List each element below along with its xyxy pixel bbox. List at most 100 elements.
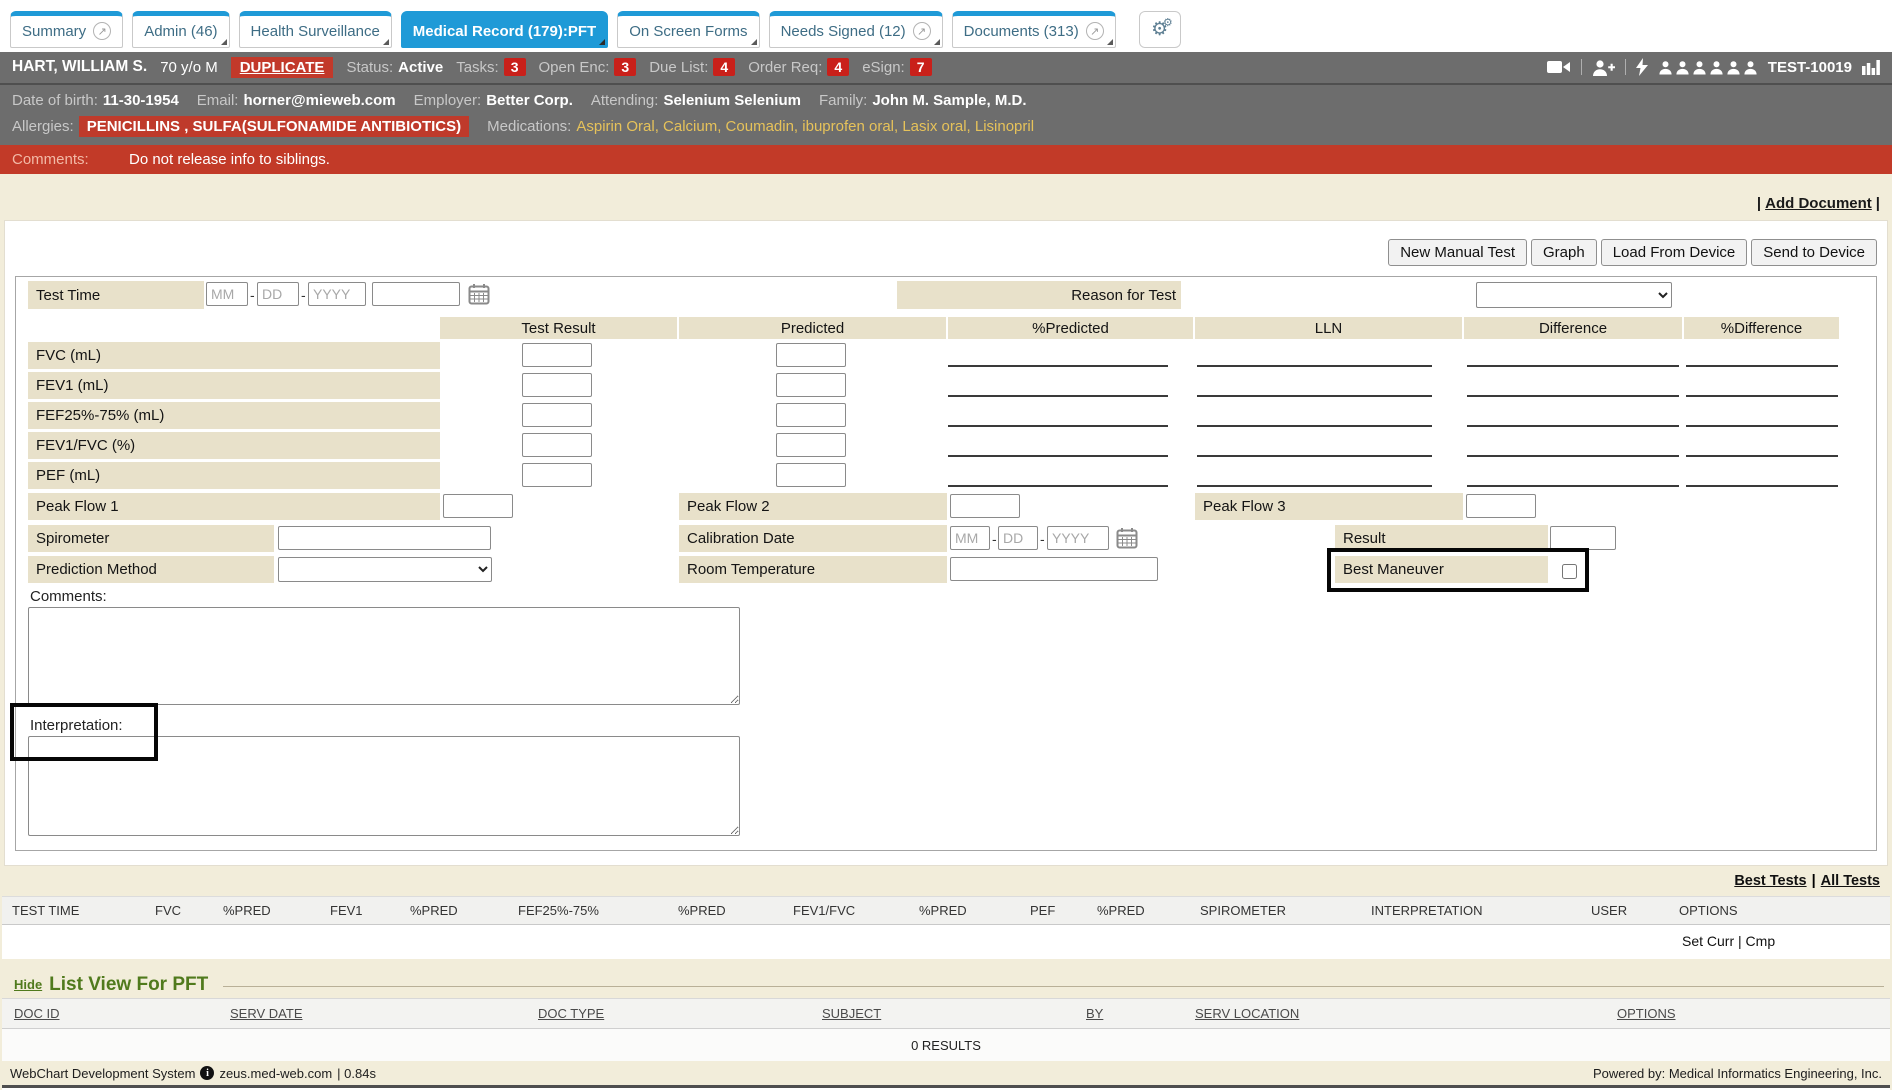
user-plus-icon[interactable] bbox=[1592, 59, 1615, 76]
calibration-yyyy-input[interactable] bbox=[1047, 526, 1109, 550]
hide-link[interactable]: Hide bbox=[14, 977, 42, 992]
pipe: | bbox=[1876, 195, 1880, 212]
new-manual-test-button[interactable]: New Manual Test bbox=[1388, 239, 1527, 266]
allergies-value[interactable]: PENICILLINS , SULFA(SULFONAMIDE ANTIBIOT… bbox=[79, 116, 469, 137]
fev1-test-result-input[interactable] bbox=[522, 373, 592, 397]
tab-needs-signed[interactable]: Needs Signed (12) ↗ bbox=[769, 11, 943, 48]
spirometer-label: Spirometer bbox=[28, 525, 274, 552]
col-pred-2: %PRED bbox=[410, 903, 518, 918]
pft-toolbar: New Manual Test Graph Load From Device S… bbox=[13, 239, 1877, 266]
room-temperature-input[interactable] bbox=[950, 557, 1158, 581]
tasks-count-badge[interactable]: 3 bbox=[504, 58, 526, 76]
fef-lln-line bbox=[1197, 405, 1432, 427]
cmp-link[interactable]: Cmp bbox=[1746, 933, 1776, 949]
tab-health-surveillance[interactable]: Health Surveillance bbox=[239, 11, 392, 48]
order-req-label: Order Req: bbox=[748, 59, 822, 76]
gear-icon-small: ⚙ bbox=[1163, 18, 1173, 29]
tab-label: Needs Signed (12) bbox=[781, 23, 906, 40]
send-to-device-button[interactable]: Send to Device bbox=[1751, 239, 1877, 266]
col-test-time: TEST TIME bbox=[12, 903, 155, 918]
family-value: John M. Sample, M.D. bbox=[872, 92, 1026, 109]
row-options-links[interactable]: Set Curr | Cmp bbox=[1682, 933, 1775, 949]
fev1-pct-difference-line bbox=[1686, 375, 1838, 397]
medications-list[interactable]: Aspirin Oral, Calcium, Coumadin, ibuprof… bbox=[576, 118, 1034, 135]
external-link-icon[interactable]: ↗ bbox=[93, 22, 111, 40]
col-fef: FEF25%-75% bbox=[518, 903, 678, 918]
info-icon[interactable]: i bbox=[200, 1066, 214, 1080]
calendar-icon[interactable] bbox=[1116, 527, 1138, 554]
calibration-dd-input[interactable] bbox=[998, 526, 1038, 550]
interpretation-textarea[interactable] bbox=[28, 736, 740, 836]
test-time-yyyy-input[interactable] bbox=[308, 282, 366, 306]
order-req-count-badge[interactable]: 4 bbox=[827, 58, 849, 76]
fvc-predicted-input[interactable] bbox=[776, 343, 846, 367]
best-tests-link[interactable]: Best Tests bbox=[1734, 873, 1806, 889]
fef-test-result-input[interactable] bbox=[522, 403, 592, 427]
graph-button[interactable]: Graph bbox=[1531, 239, 1597, 266]
calendar-icon[interactable] bbox=[468, 283, 490, 310]
col-spirometer: SPIROMETER bbox=[1200, 903, 1371, 918]
test-time-time-input[interactable] bbox=[372, 282, 460, 306]
reason-for-test-select[interactable] bbox=[1476, 282, 1672, 308]
col-doc-options[interactable]: OPTIONS bbox=[1617, 1006, 1676, 1021]
video-camera-icon[interactable] bbox=[1547, 59, 1571, 75]
tab-bar: Summary ↗ Admin (46) Health Surveillance… bbox=[0, 0, 1892, 52]
col-pct-predicted: %Predicted bbox=[948, 317, 1193, 339]
col-by[interactable]: BY bbox=[1086, 1006, 1195, 1021]
set-curr-link[interactable]: Set Curr bbox=[1682, 933, 1734, 949]
peak-flow-1-input[interactable] bbox=[443, 494, 513, 518]
col-serv-location[interactable]: SERV LOCATION bbox=[1195, 1006, 1617, 1021]
calibration-mm-input[interactable] bbox=[950, 526, 990, 550]
col-subject[interactable]: SUBJECT bbox=[822, 1006, 1086, 1021]
tab-on-screen-forms[interactable]: On Screen Forms bbox=[617, 11, 759, 48]
settings-button[interactable]: ⚙ ⚙ bbox=[1139, 11, 1181, 48]
esign-count-badge[interactable]: 7 bbox=[910, 58, 932, 76]
bar-chart-icon[interactable] bbox=[1862, 60, 1880, 75]
fev1-fvc-test-result-input[interactable] bbox=[522, 433, 592, 457]
fev1-fvc-predicted-input[interactable] bbox=[776, 433, 846, 457]
tab-admin[interactable]: Admin (46) bbox=[132, 11, 229, 48]
patient-group-icons[interactable] bbox=[1658, 60, 1758, 75]
pft-form: Test Time - - Reason for Test Test Resul… bbox=[15, 276, 1877, 851]
lightning-icon[interactable] bbox=[1636, 58, 1648, 76]
prediction-method-select[interactable] bbox=[278, 557, 492, 582]
person-icon bbox=[1743, 60, 1758, 75]
test-time-dd-input[interactable] bbox=[257, 282, 299, 306]
fev1-fvc-pct-difference-line bbox=[1686, 435, 1838, 457]
fvc-difference-line bbox=[1467, 345, 1679, 367]
tab-documents[interactable]: Documents (313) ↗ bbox=[952, 11, 1116, 48]
interpretation-label: Interpretation: bbox=[30, 717, 123, 734]
test-time-mm-input[interactable] bbox=[206, 282, 248, 306]
col-doc-type[interactable]: DOC TYPE bbox=[538, 1006, 822, 1021]
pef-test-result-input[interactable] bbox=[522, 463, 592, 487]
pipe: | bbox=[1757, 195, 1761, 212]
spirometer-input[interactable] bbox=[278, 526, 491, 550]
best-maneuver-checkbox[interactable] bbox=[1562, 564, 1577, 579]
tab-summary[interactable]: Summary ↗ bbox=[10, 11, 123, 48]
due-list-count-badge[interactable]: 4 bbox=[713, 58, 735, 76]
tab-medical-record[interactable]: Medical Record (179):PFT bbox=[401, 11, 608, 48]
col-doc-id[interactable]: DOC ID bbox=[14, 1006, 230, 1021]
pipe: | bbox=[1738, 933, 1742, 949]
all-tests-link[interactable]: All Tests bbox=[1821, 873, 1880, 889]
footer-host-link[interactable]: zeus.med-web.com bbox=[219, 1066, 332, 1081]
fev1-predicted-input[interactable] bbox=[776, 373, 846, 397]
duplicate-flag[interactable]: DUPLICATE bbox=[231, 57, 334, 78]
pef-difference-line bbox=[1467, 465, 1679, 487]
pef-predicted-input[interactable] bbox=[776, 463, 846, 487]
col-serv-date[interactable]: SERV DATE bbox=[230, 1006, 538, 1021]
result-input[interactable] bbox=[1550, 526, 1616, 550]
open-enc-count-badge[interactable]: 3 bbox=[614, 58, 636, 76]
fev1-difference-line bbox=[1467, 375, 1679, 397]
peak-flow-2-input[interactable] bbox=[950, 494, 1020, 518]
external-link-icon[interactable]: ↗ bbox=[913, 22, 931, 40]
fvc-test-result-input[interactable] bbox=[522, 343, 592, 367]
fef-predicted-input[interactable] bbox=[776, 403, 846, 427]
dash: - bbox=[250, 287, 255, 303]
peak-flow-3-input[interactable] bbox=[1466, 494, 1536, 518]
form-comments-textarea[interactable] bbox=[28, 607, 740, 705]
load-from-device-button[interactable]: Load From Device bbox=[1601, 239, 1748, 266]
add-document-link[interactable]: Add Document bbox=[1765, 195, 1872, 212]
external-link-icon[interactable]: ↗ bbox=[1086, 22, 1104, 40]
tab-label: On Screen Forms bbox=[629, 23, 747, 40]
